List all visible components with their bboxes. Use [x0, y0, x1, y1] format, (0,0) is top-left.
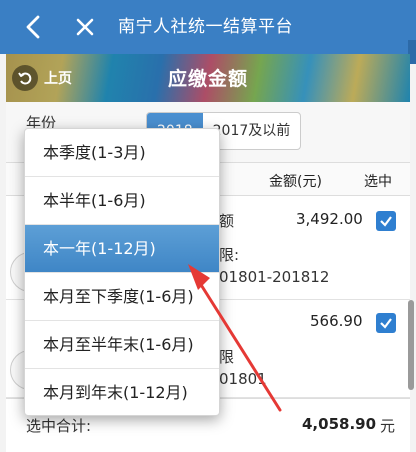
- dropdown-option-to-year-end[interactable]: 本月到年末(1-12月): [25, 369, 219, 415]
- period-value: 01801-201812: [219, 268, 330, 286]
- row-checkbox[interactable]: [376, 313, 396, 333]
- selected-total-value: 4,058.90: [302, 415, 377, 433]
- banner-title: 应缴金额: [167, 68, 248, 90]
- period-dropdown[interactable]: 本季度(1-3月) 本半年(1-6月) 本一年(1-12月) 本月至下季度(1-…: [24, 128, 220, 416]
- scrollbar-thumb[interactable]: [408, 300, 414, 390]
- checkmark-icon: [380, 318, 392, 329]
- app-bar: 南宁人社统一结算平台: [0, 0, 416, 54]
- column-select: 选中: [364, 174, 392, 190]
- dropdown-option-to-next-quarter[interactable]: 本月至下季度(1-6月): [25, 273, 219, 321]
- dropdown-option-to-half-year-end[interactable]: 本月至半年末(1-6月): [25, 321, 219, 369]
- dropdown-option-full-year[interactable]: 本一年(1-12月): [25, 225, 219, 273]
- column-amount: 金额(元): [269, 174, 322, 190]
- currency-unit: 元: [380, 417, 396, 435]
- banner: 上页 应缴金额: [6, 54, 410, 102]
- row-label: 额: [219, 212, 235, 230]
- period-value: 01801: [219, 370, 267, 388]
- period-label: 限:: [219, 246, 240, 264]
- row-checkbox[interactable]: [376, 211, 396, 231]
- back-arrow-icon[interactable]: [20, 12, 48, 42]
- app-title: 南宁人社统一结算平台: [118, 17, 293, 37]
- close-icon[interactable]: [72, 13, 98, 41]
- row-amount: 566.90: [310, 312, 363, 330]
- period-label: 限: [219, 348, 235, 366]
- row-amount: 3,492.00: [296, 210, 363, 228]
- dropdown-option-current-quarter[interactable]: 本季度(1-3月): [25, 129, 219, 177]
- checkmark-icon: [380, 216, 392, 227]
- selected-total-label: 选中合计:: [26, 417, 92, 435]
- dropdown-option-half-year[interactable]: 本半年(1-6月): [25, 177, 219, 225]
